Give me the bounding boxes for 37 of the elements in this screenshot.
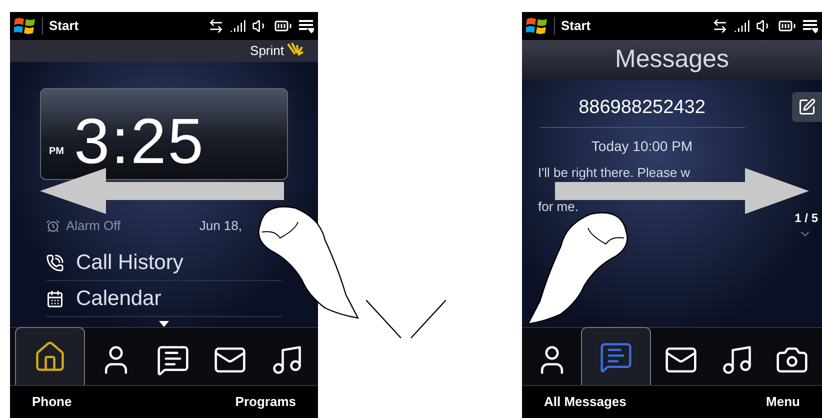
softkey[interactable]: Programs <box>235 392 296 412</box>
tab[interactable] <box>14 327 85 386</box>
menu-item[interactable]: Call History <box>76 247 184 279</box>
message-line: for me. <box>538 198 578 214</box>
carrier-name: Sprint <box>250 42 284 60</box>
left-arrow-icon <box>40 168 284 214</box>
alarm-icon <box>46 218 60 233</box>
softkey[interactable]: Menu <box>766 392 800 412</box>
compose-icon <box>798 98 816 116</box>
right-arrow-icon <box>555 168 809 214</box>
compose-button[interactable] <box>792 92 822 122</box>
calendar-icon <box>46 290 64 308</box>
page-counter: 1 / 5 <box>794 210 818 226</box>
alarm-status: Alarm Off <box>66 216 121 235</box>
screen-title: Messages <box>615 44 729 76</box>
message-time: Today 10:00 PM <box>591 136 693 156</box>
sender-number: 886988252432 <box>540 94 744 128</box>
clock-time: 3:25 <box>74 108 205 173</box>
date-label: Jun 18, <box>199 216 242 235</box>
start-label[interactable]: Start <box>561 16 591 36</box>
softkey[interactable]: Phone <box>32 392 72 412</box>
phone-icon <box>46 254 64 272</box>
menu-icon[interactable] <box>802 19 818 33</box>
message-line: I'll be right there. Please w <box>538 164 690 180</box>
start-label[interactable]: Start <box>49 16 79 36</box>
windows-logo-icon <box>526 16 548 36</box>
more-triangle-icon <box>159 321 169 328</box>
signal-icon[interactable] <box>230 18 246 34</box>
data-sync-icon[interactable] <box>712 18 728 34</box>
menu-item[interactable]: Calendar <box>76 283 162 315</box>
am-pm-label: PM <box>49 144 64 159</box>
windows-logo-icon <box>14 16 36 36</box>
menu-icon[interactable] <box>298 18 314 33</box>
softkey[interactable]: All Messages <box>544 392 626 412</box>
data-sync-icon[interactable] <box>208 18 224 34</box>
chat-bubble-icon <box>156 343 190 378</box>
signal-icon[interactable] <box>734 18 750 34</box>
